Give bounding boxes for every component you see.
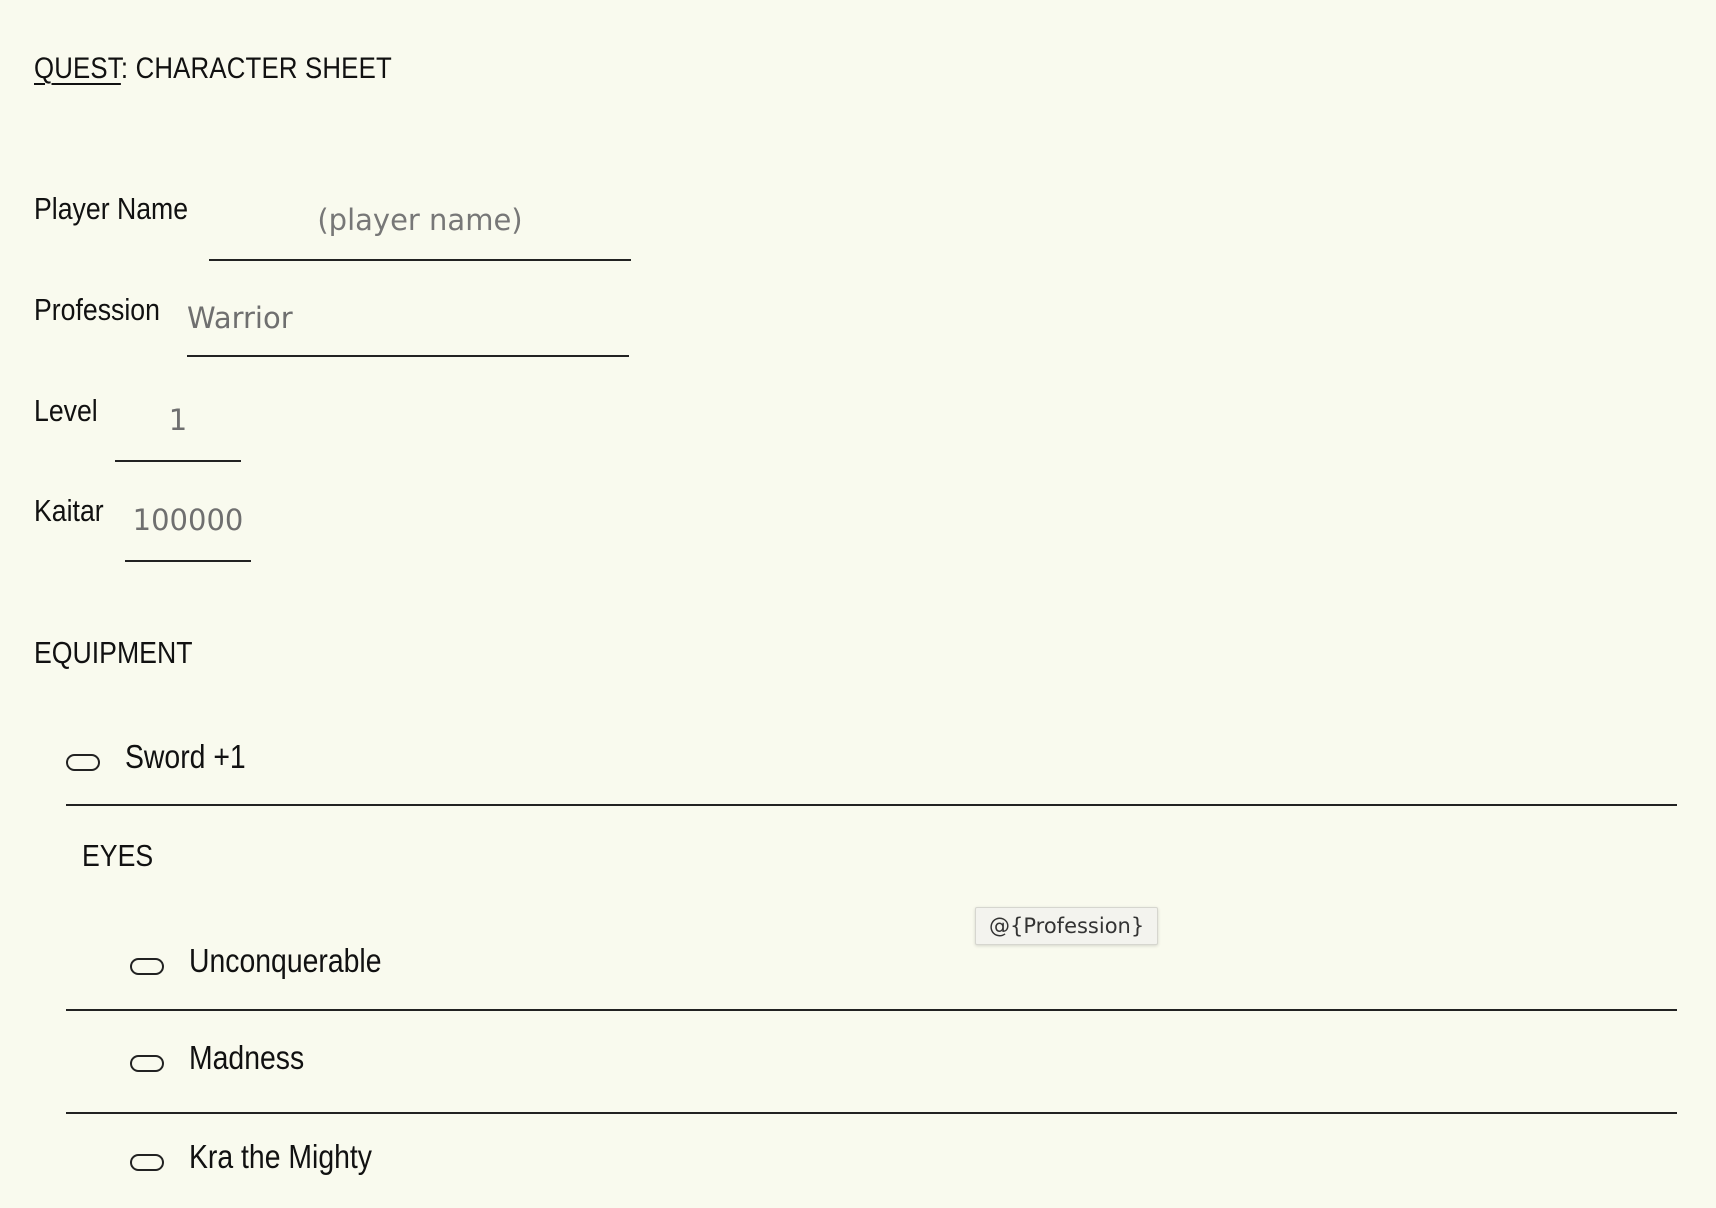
- equipment-toggle-sword[interactable]: [66, 754, 100, 771]
- character-sheet: QUEST: CHARACTER SHEET Player Name Profe…: [0, 0, 1716, 1208]
- equipment-item-label: Sword +1: [125, 738, 246, 775]
- eyes-row: Madness: [66, 1011, 1677, 1114]
- level-label: Level: [34, 393, 98, 428]
- eyes-item-label: Unconquerable: [189, 942, 382, 979]
- eyes-toggle-kra-the-mighty[interactable]: [130, 1154, 164, 1171]
- page-title: QUEST: CHARACTER SHEET: [34, 52, 392, 86]
- level-input[interactable]: [115, 380, 241, 462]
- eyes-heading: EYES: [82, 838, 154, 873]
- title-quest-link[interactable]: QUEST: [34, 52, 121, 85]
- equipment-heading: EQUIPMENT: [34, 635, 193, 670]
- eyes-toggle-madness[interactable]: [130, 1055, 164, 1072]
- kaitar-input[interactable]: [125, 480, 251, 562]
- profession-label: Profession: [34, 292, 160, 327]
- player-name-label: Player Name: [34, 191, 189, 226]
- title-rest: : CHARACTER SHEET: [120, 52, 392, 85]
- eyes-item-label: Kra the Mighty: [189, 1138, 372, 1175]
- equipment-row: Sword +1: [66, 716, 1677, 806]
- profession-input[interactable]: [187, 280, 629, 357]
- attribute-tooltip: @{Profession}: [975, 907, 1159, 945]
- eyes-row: Kra the Mighty: [66, 1114, 1677, 1208]
- eyes-toggle-unconquerable[interactable]: [130, 958, 164, 975]
- eyes-row: Unconquerable: [66, 920, 1677, 1011]
- eyes-item-label: Madness: [189, 1039, 305, 1076]
- kaitar-label: Kaitar: [34, 493, 104, 528]
- player-name-input[interactable]: [209, 180, 631, 261]
